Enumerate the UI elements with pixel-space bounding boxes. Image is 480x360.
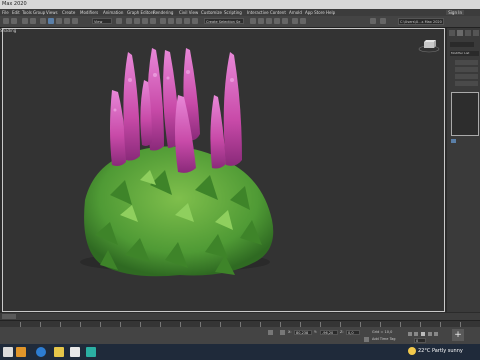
flower-plumes [110,48,242,173]
command-panel: Modifier List [447,28,480,312]
windows-taskbar: 22°C Partly sunny [0,344,480,360]
modifier-button-1[interactable] [455,60,478,65]
z-coordinate-field[interactable]: 0,0 [346,330,360,335]
x-label: X: [288,330,292,334]
modifier-list-dropdown[interactable]: Modifier List [450,51,479,56]
object-name-field[interactable] [450,42,474,47]
goto-end-icon[interactable] [434,332,438,336]
time-tag-icon[interactable] [364,337,369,342]
modify-tab-icon[interactable] [457,30,463,36]
modifier-button-2[interactable] [455,67,478,72]
viewcube-icon[interactable] [418,38,440,54]
weather-temp: 22°C [418,348,431,354]
pin-stack-icon[interactable] [451,139,456,143]
plume-8 [210,95,226,169]
search-icon[interactable] [3,347,13,357]
absolute-mode-icon[interactable] [280,330,285,335]
create-tab-icon[interactable] [449,30,455,36]
plume-2 [123,52,140,161]
z-label: Z: [340,330,344,334]
y-label: Y: [314,330,317,334]
weather-desc: Partly sunny [431,348,463,354]
modifier-button-4[interactable] [455,81,478,86]
zoom-plus-icon[interactable]: + [452,329,464,341]
next-frame-icon[interactable] [428,332,432,336]
grid-spacing: Grid = 10,0 [372,330,393,334]
hierarchy-tab-icon[interactable] [465,30,471,36]
3dsmax-icon[interactable] [86,347,96,357]
add-time-tag-button[interactable]: Add Time Tag [372,337,396,341]
store-icon[interactable] [70,347,80,357]
modifier-stack[interactable] [451,92,479,136]
plume-7 [223,52,242,166]
modifier-button-3[interactable] [455,74,478,79]
y-coordinate-field[interactable]: -96,20 [320,330,338,335]
status-bar: X: 80,238 Y: -96,20 Z: 0,0 Grid = 10,0 A… [0,327,480,344]
command-panel-tabs [449,30,479,37]
time-slider-handle[interactable] [2,314,16,319]
weather-widget[interactable]: 22°C Partly sunny [418,348,463,354]
prev-frame-icon[interactable] [414,332,418,336]
weather-sun-icon[interactable] [408,347,416,355]
file-explorer-icon[interactable] [16,347,26,357]
current-frame-field[interactable]: 0 [414,338,426,343]
goto-start-icon[interactable] [408,332,412,336]
folder-icon[interactable] [54,347,64,357]
lock-selection-icon[interactable] [268,330,273,335]
motion-tab-icon[interactable] [473,30,479,36]
plant-model[interactable] [0,0,480,360]
play-icon[interactable] [421,332,425,336]
time-slider[interactable] [0,313,480,320]
edge-icon[interactable] [36,347,46,357]
x-coordinate-field[interactable]: 80,238 [294,330,312,335]
